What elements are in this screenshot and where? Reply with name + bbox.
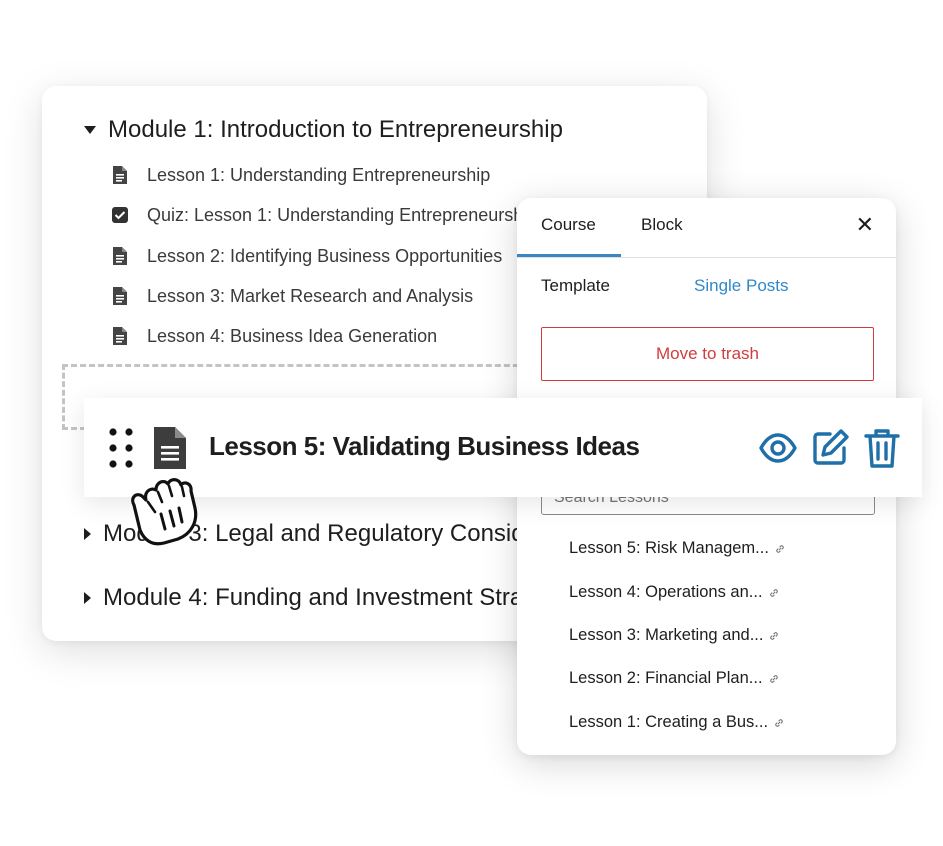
grab-hand-cursor-icon xyxy=(124,470,206,555)
document-icon xyxy=(152,427,188,474)
lesson-list-item[interactable]: Lesson 5: Risk Managem... xyxy=(569,539,785,558)
trash-icon[interactable] xyxy=(864,428,900,473)
dragged-lesson-bar[interactable]: Lesson 5: Validating Business Ideas xyxy=(84,398,922,497)
lesson-label: Lesson 3: Market Research and Analysis xyxy=(147,285,474,306)
lesson-list-label: Lesson 4: Operations an... xyxy=(569,583,763,601)
lesson-list-item[interactable]: Lesson 3: Marketing and... xyxy=(569,626,779,645)
quiz-checkbox-icon xyxy=(112,206,128,224)
module-4-header[interactable]: Module 4: Funding and Investment Strateg… xyxy=(84,584,587,612)
move-to-trash-button[interactable]: Move to trash xyxy=(541,327,874,381)
caret-right-icon[interactable] xyxy=(84,592,91,604)
edit-icon[interactable] xyxy=(810,428,850,473)
document-icon xyxy=(112,166,128,184)
lesson-item[interactable]: Lesson 4: Business Idea Generation xyxy=(112,324,437,348)
quiz-item[interactable]: Quiz: Lesson 1: Understanding Entreprene… xyxy=(112,203,537,227)
link-icon xyxy=(769,674,779,684)
document-icon xyxy=(112,327,128,345)
lesson-list-item[interactable]: Lesson 2: Financial Plan... xyxy=(569,669,779,688)
template-value-link[interactable]: Single Posts xyxy=(694,276,789,296)
lesson-label: Lesson 1: Understanding Entrepreneurship xyxy=(147,164,491,185)
module-title: Module 4: Funding and Investment Strateg… xyxy=(103,584,588,611)
lesson-label: Lesson 2: Identifying Business Opportuni… xyxy=(147,245,503,266)
drag-handle-icon[interactable] xyxy=(109,428,133,468)
lesson-item[interactable]: Lesson 3: Market Research and Analysis xyxy=(112,284,473,308)
module-title: Module 1: Introduction to Entrepreneursh… xyxy=(108,116,563,143)
link-icon xyxy=(769,588,779,598)
active-tab-indicator xyxy=(517,254,621,257)
dragged-lesson-title: Lesson 5: Validating Business Ideas xyxy=(209,431,640,461)
lesson-item[interactable]: Lesson 2: Identifying Business Opportuni… xyxy=(112,244,502,268)
lesson-list-item[interactable]: Lesson 1: Creating a Bus... xyxy=(569,713,784,732)
eye-icon[interactable] xyxy=(758,428,798,473)
panel-tabs: Course Block ✕ xyxy=(517,198,896,258)
tab-block[interactable]: Block xyxy=(641,215,683,235)
lesson-list-label: Lesson 1: Creating a Bus... xyxy=(569,713,769,731)
caret-down-icon[interactable] xyxy=(84,126,96,134)
lesson-list-label: Lesson 5: Risk Managem... xyxy=(569,539,769,557)
tab-course[interactable]: Course xyxy=(541,215,596,235)
lesson-list-label: Lesson 3: Marketing and... xyxy=(569,626,764,644)
lesson-label: Quiz: Lesson 1: Understanding Entreprene… xyxy=(147,204,538,225)
link-icon xyxy=(774,718,784,728)
lesson-list-label: Lesson 2: Financial Plan... xyxy=(569,669,763,687)
caret-right-icon[interactable] xyxy=(84,528,91,540)
lesson-label: Lesson 4: Business Idea Generation xyxy=(147,325,438,346)
template-label: Template xyxy=(541,276,610,295)
document-icon xyxy=(112,287,128,305)
close-icon[interactable]: ✕ xyxy=(856,212,874,238)
link-icon xyxy=(775,544,785,554)
lesson-list-item[interactable]: Lesson 4: Operations an... xyxy=(569,583,779,602)
document-icon xyxy=(112,247,128,265)
lesson-item[interactable]: Lesson 1: Understanding Entrepreneurship xyxy=(112,163,490,187)
module-1-header[interactable]: Module 1: Introduction to Entrepreneursh… xyxy=(84,116,563,144)
link-icon xyxy=(769,631,779,641)
